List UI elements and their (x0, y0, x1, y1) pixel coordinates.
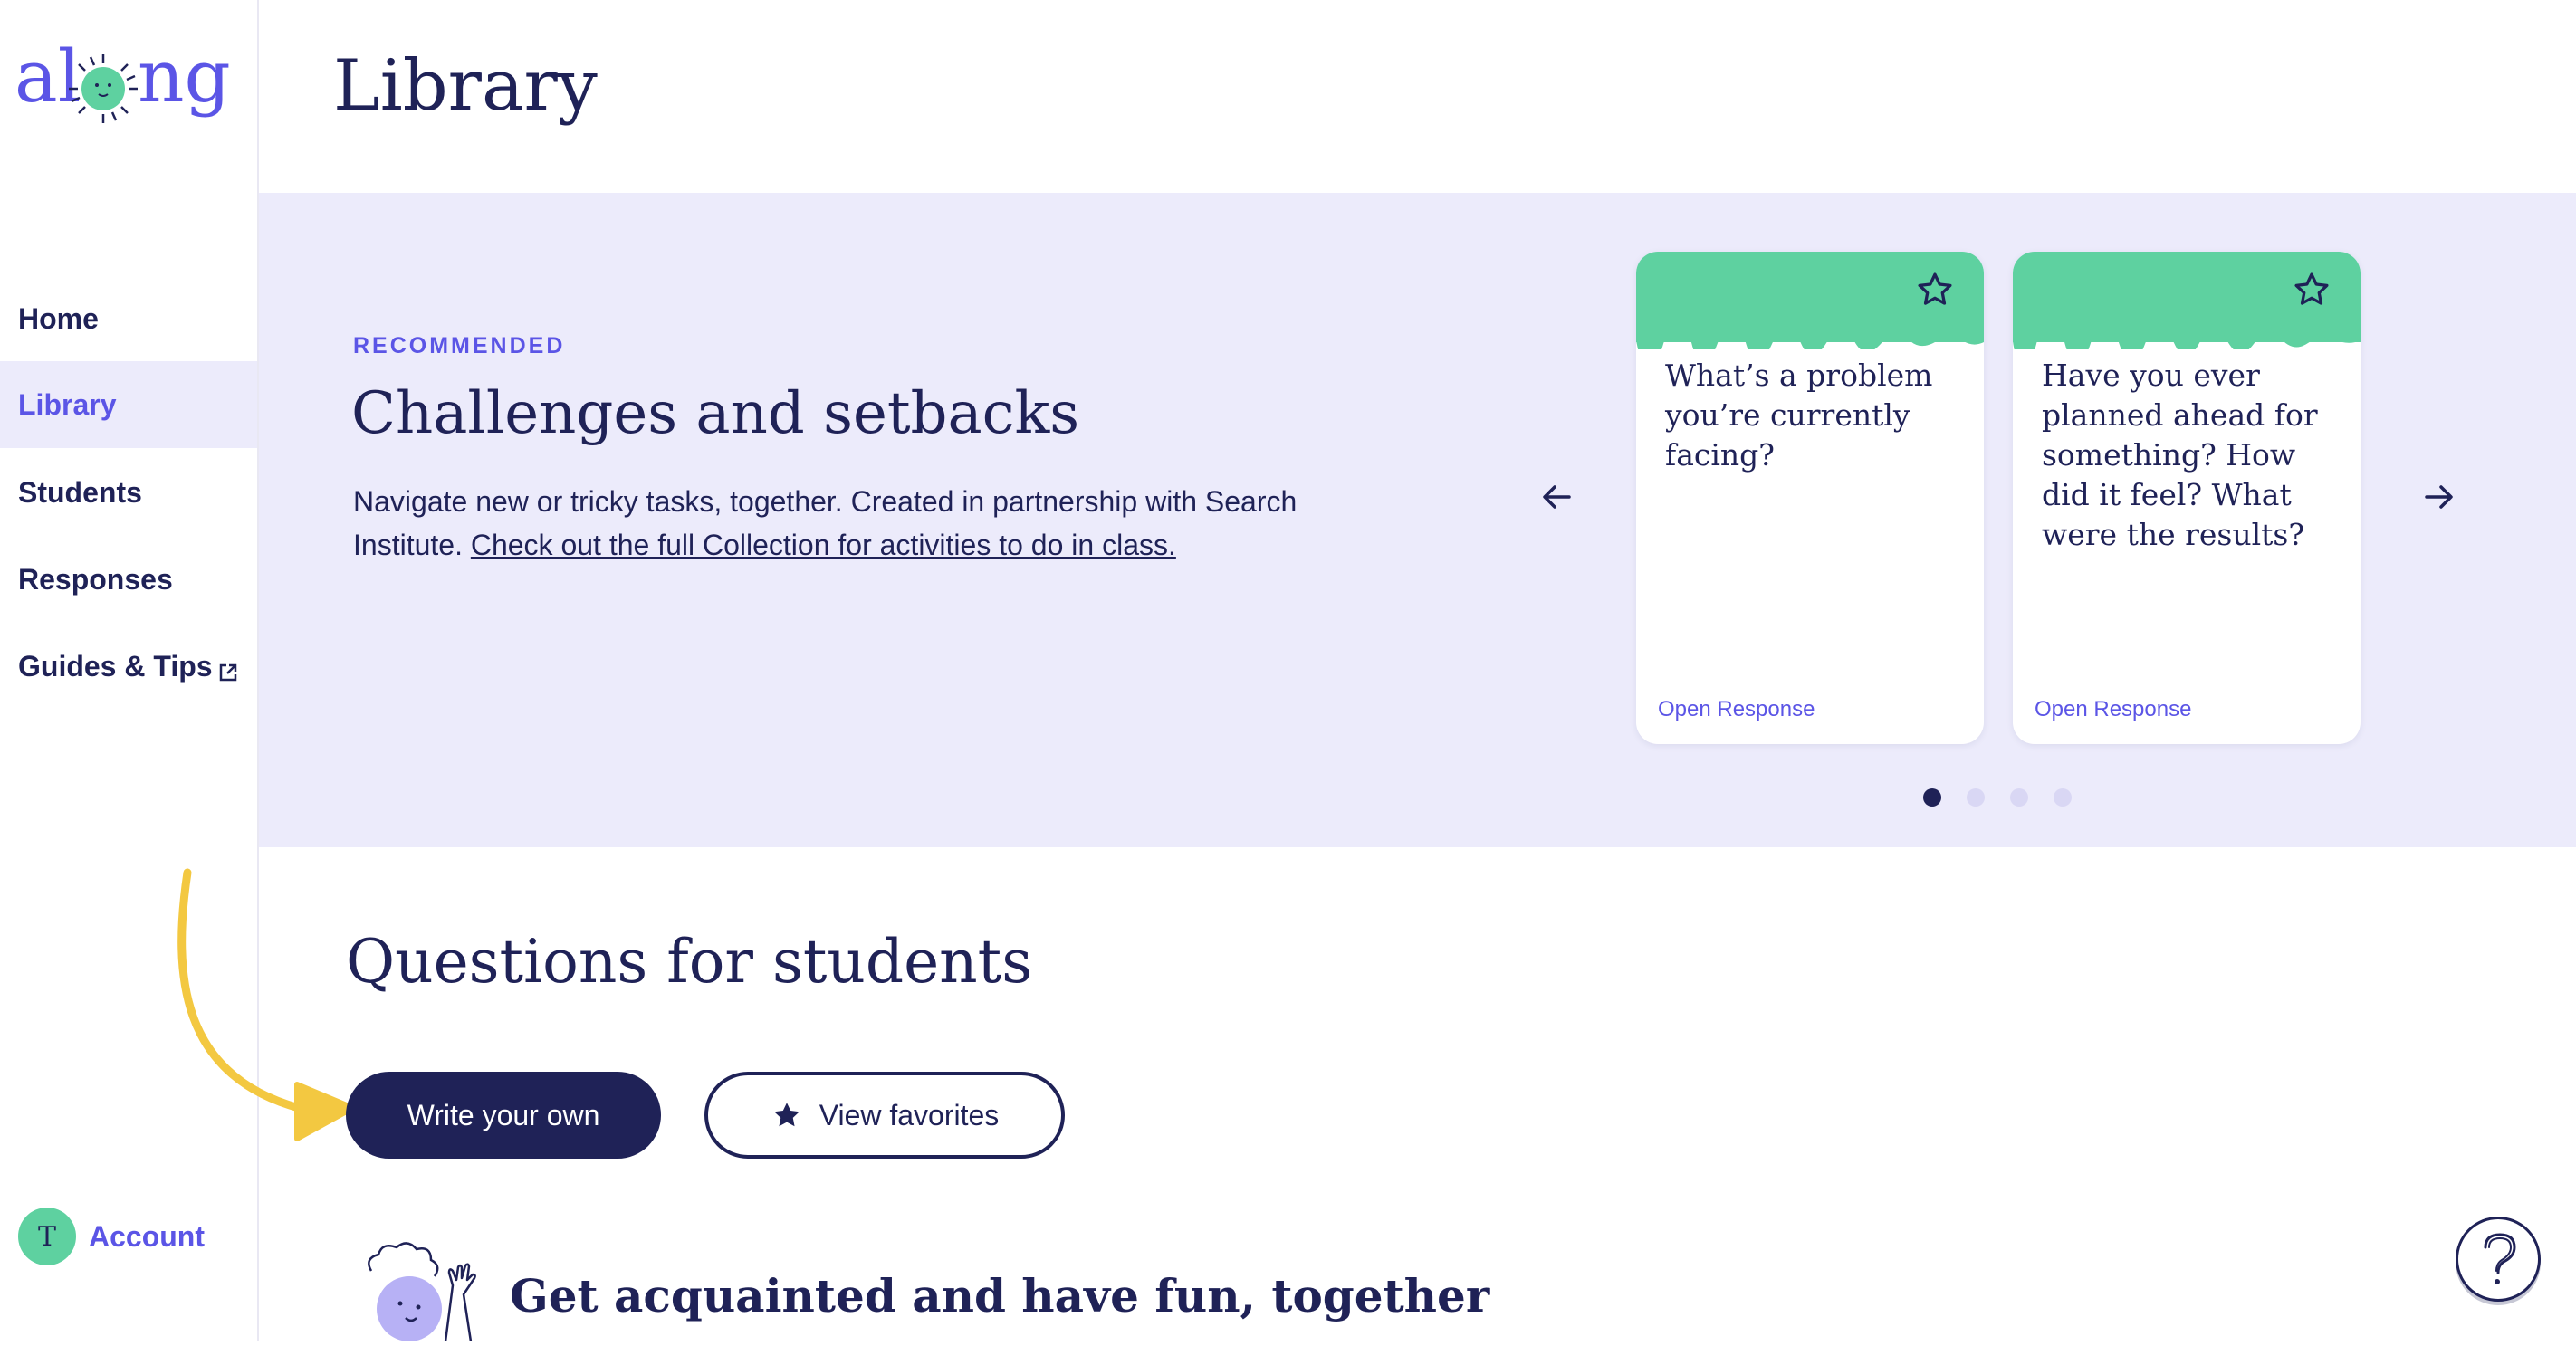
waving-character-illustration (359, 1240, 485, 1342)
page-title: Library (333, 45, 598, 127)
arrow-left-icon (1543, 485, 1571, 509)
arrow-right-icon (2425, 485, 2453, 509)
section-title: Get acquainted and have fun, together (510, 1269, 1490, 1322)
card-question: Have you ever planned ahead for somethin… (2042, 358, 2318, 552)
along-logo[interactable]: al ng (14, 34, 232, 136)
card-torn-edge (2013, 331, 2361, 349)
question-card[interactable]: What’s a problem you’re currently facing… (1636, 252, 1984, 744)
account-link[interactable]: T Account (18, 1208, 205, 1265)
sidebar-item-guides-tips[interactable]: Guides & Tips (0, 623, 257, 710)
pagination-dot[interactable] (1967, 788, 1985, 807)
external-link-icon (218, 656, 238, 682)
question-mark-icon (2484, 1233, 2516, 1284)
sidebar-item-label: Guides & Tips (18, 649, 213, 683)
recommended-title: Challenges and setbacks (351, 380, 1080, 447)
sidebar-item-label: Library (18, 387, 117, 421)
questions-section-title: Questions for students (346, 927, 1033, 997)
card-response-type: Open Response (2035, 697, 2192, 721)
sidebar-item-label: Responses (18, 562, 173, 596)
star-outline-icon[interactable] (2292, 270, 2332, 310)
pagination-dot[interactable] (2054, 788, 2072, 807)
sidebar-item-label: Students (18, 475, 142, 509)
star-filled-icon (773, 1103, 800, 1127)
pagination-dot[interactable] (2010, 788, 2028, 807)
view-favorites-label: View favorites (819, 1098, 1000, 1131)
write-your-own-button[interactable]: Write your own (346, 1072, 661, 1159)
svg-text:al: al (14, 36, 81, 119)
account-label: Account (89, 1219, 205, 1253)
collection-link[interactable]: Check out the full Collection for activi… (471, 529, 1176, 561)
view-favorites-button[interactable]: View favorites (704, 1072, 1065, 1159)
svg-text:ng: ng (138, 36, 231, 119)
sidebar-item-students[interactable]: Students (0, 449, 257, 536)
sidebar-item-label: Home (18, 301, 99, 335)
recommended-eyebrow: RECOMMENDED (353, 333, 566, 358)
recommended-description: Navigate new or tricky tasks, together. … (353, 480, 1412, 567)
card-question: What’s a problem you’re currently facing… (1665, 358, 1933, 473)
star-outline-icon[interactable] (1915, 270, 1955, 310)
sidebar-item-home[interactable]: Home (0, 275, 257, 362)
sidebar-item-library[interactable]: Library (0, 361, 257, 448)
pagination-dot[interactable] (1923, 788, 1941, 807)
card-response-type: Open Response (1658, 697, 1815, 721)
card-torn-edge (1636, 331, 1984, 349)
question-card[interactable]: Have you ever planned ahead for somethin… (2013, 252, 2361, 744)
help-button[interactable] (2456, 1217, 2541, 1302)
avatar: T (18, 1208, 76, 1265)
carousel-next-button[interactable] (2410, 468, 2468, 526)
carousel-pagination (1923, 788, 2072, 807)
sidebar-item-responses[interactable]: Responses (0, 536, 257, 623)
carousel-prev-button[interactable] (1527, 468, 1585, 526)
